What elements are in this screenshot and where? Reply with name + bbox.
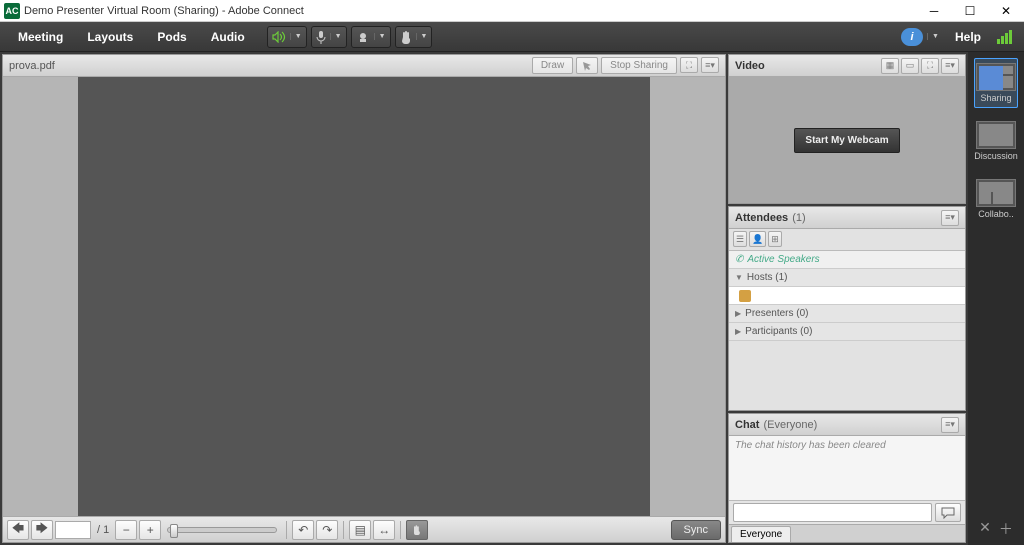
pod-options-button[interactable]: ≡▾ <box>701 57 719 73</box>
video-options-button[interactable]: ≡▾ <box>941 58 959 74</box>
triangle-right-icon: ▶ <box>735 309 741 318</box>
rotate-cw-button[interactable]: ↷ <box>316 520 338 540</box>
pointer-icon <box>581 60 593 72</box>
layout-collaboration[interactable]: Collabo.. <box>974 174 1018 224</box>
attendee-view-status-button[interactable]: 👤 <box>749 231 766 247</box>
speaker-button[interactable]: ▼ <box>267 26 307 48</box>
start-webcam-button[interactable]: Start My Webcam <box>794 128 899 153</box>
chat-input[interactable] <box>733 503 932 522</box>
presenters-group-row[interactable]: ▶ Presenters (0) <box>729 305 965 323</box>
attendee-view-list-button[interactable]: ☰ <box>733 231 747 247</box>
video-pod-title: Video <box>735 60 765 72</box>
participants-group-row[interactable]: ▶ Participants (0) <box>729 323 965 341</box>
fit-width-button[interactable]: ↔ <box>373 520 395 540</box>
zoom-out-button[interactable]: − <box>115 520 137 540</box>
app-icon: AC <box>4 3 20 19</box>
layout-close-button[interactable]: ✕ <box>979 519 991 539</box>
active-speakers-row[interactable]: ✆ Active Speakers <box>729 251 965 269</box>
hosts-group-row[interactable]: ▼ Hosts (1) <box>729 269 965 287</box>
page-number-input[interactable] <box>55 521 91 539</box>
layout-thumb-icon <box>976 179 1016 207</box>
triangle-right-icon: ▶ <box>735 327 741 336</box>
chat-options-button[interactable]: ≡▾ <box>941 417 959 433</box>
attendees-count: (1) <box>792 212 805 224</box>
window-titlebar: AC Demo Presenter Virtual Room (Sharing)… <box>0 0 1024 22</box>
menu-help[interactable]: Help <box>945 30 991 44</box>
fullscreen-button[interactable]: ⛶ <box>680 57 698 73</box>
menu-meeting[interactable]: Meeting <box>6 24 75 50</box>
microphone-button[interactable]: ▼ <box>311 26 347 48</box>
video-fullscreen-button[interactable]: ⛶ <box>921 58 939 74</box>
connection-status-icon[interactable] <box>997 30 1012 44</box>
draw-button[interactable]: Draw <box>532 57 573 74</box>
chevron-down-icon: ▼ <box>290 33 302 40</box>
attendee-breakout-button[interactable]: ⊞ <box>768 231 782 247</box>
maximize-button[interactable]: ☐ <box>952 0 988 22</box>
attendees-title: Attendees <box>735 212 788 224</box>
chat-bubble-icon <box>941 507 955 519</box>
prev-page-button[interactable]: 🡄 <box>7 520 29 540</box>
menu-audio[interactable]: Audio <box>199 24 257 50</box>
rotate-ccw-button[interactable]: ↶ <box>292 520 314 540</box>
webcam-button[interactable]: ▼ <box>351 26 391 48</box>
triangle-down-icon: ▼ <box>735 273 743 282</box>
shared-file-name: prova.pdf <box>9 60 55 72</box>
chevron-down-icon: ▼ <box>927 33 939 40</box>
info-button-wrap[interactable]: i ▼ <box>897 26 943 48</box>
minimize-button[interactable]: ─ <box>916 0 952 22</box>
main-menubar: Meeting Layouts Pods Audio ▼ ▼ ▼ ▼ i ▼ H… <box>0 22 1024 52</box>
stop-sharing-button[interactable]: Stop Sharing <box>601 57 677 74</box>
chevron-down-icon: ▼ <box>416 33 428 40</box>
chevron-down-icon: ▼ <box>374 33 386 40</box>
share-pod: prova.pdf Draw Stop Sharing ⛶ ≡▾ 🡄 🡆 <box>2 54 726 543</box>
document-viewport[interactable] <box>3 77 725 516</box>
info-icon: i <box>901 28 923 46</box>
chat-scope: (Everyone) <box>763 419 817 431</box>
layout-sharing[interactable]: Sharing <box>974 58 1018 108</box>
window-title: Demo Presenter Virtual Room (Sharing) - … <box>24 5 916 17</box>
video-grid-button[interactable]: ▦ <box>881 58 899 74</box>
close-button[interactable]: ✕ <box>988 0 1024 22</box>
phone-icon: ✆ <box>735 254 743 265</box>
host-user-icon <box>739 290 751 302</box>
zoom-in-button[interactable]: + <box>139 520 161 540</box>
chat-send-button[interactable] <box>935 503 961 522</box>
share-pod-header: prova.pdf Draw Stop Sharing ⛶ ≡▾ <box>3 55 725 77</box>
attendees-options-button[interactable]: ≡▾ <box>941 210 959 226</box>
page-total-label: / 1 <box>93 524 113 536</box>
layout-thumb-icon <box>976 63 1016 91</box>
next-page-button[interactable]: 🡆 <box>31 520 53 540</box>
pointer-button[interactable] <box>576 57 598 74</box>
menu-layouts[interactable]: Layouts <box>75 24 145 50</box>
raise-hand-button[interactable]: ▼ <box>395 26 433 48</box>
chat-pod: Chat (Everyone) ≡▾ The chat history has … <box>728 413 966 543</box>
layout-add-button[interactable]: ＋ <box>999 519 1013 539</box>
attendees-pod: Attendees (1) ≡▾ ☰ 👤 ⊞ ✆ Active Speakers… <box>728 206 966 411</box>
sync-button[interactable]: Sync <box>671 520 721 540</box>
host-user-row[interactable] <box>729 287 965 305</box>
chevron-down-icon: ▼ <box>330 33 342 40</box>
menu-pods[interactable]: Pods <box>145 24 198 50</box>
share-toolbar: 🡄 🡆 / 1 − + ↶ ↷ ▤ ↔ Sync <box>3 516 725 542</box>
chat-title: Chat <box>735 419 759 431</box>
hand-icon <box>411 524 423 536</box>
video-filmstrip-button[interactable]: ▭ <box>901 58 919 74</box>
video-pod: Video ▦ ▭ ⛶ ≡▾ Start My Webcam <box>728 54 966 204</box>
zoom-slider[interactable] <box>167 527 277 533</box>
layouts-panel: Sharing Discussion Collabo.. ✕ ＋ <box>968 52 1024 545</box>
chat-history: The chat history has been cleared <box>729 436 965 500</box>
layout-discussion[interactable]: Discussion <box>974 116 1018 166</box>
hand-tool-button[interactable] <box>406 520 428 540</box>
fit-page-button[interactable]: ▤ <box>349 520 371 540</box>
document-page <box>78 77 649 516</box>
chat-tab-everyone[interactable]: Everyone <box>731 526 791 542</box>
layout-thumb-icon <box>976 121 1016 149</box>
